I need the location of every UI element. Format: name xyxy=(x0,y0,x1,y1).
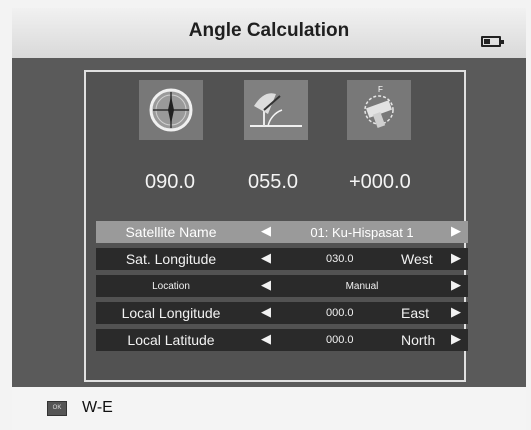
left-arrow-icon[interactable]: ◀ xyxy=(261,277,271,293)
azimuth-value: 090.0 xyxy=(145,171,196,193)
row-sat-longitude[interactable]: Sat. Longitude ◀ 030.0 West ▶ xyxy=(96,248,468,270)
location-value: Manual xyxy=(345,281,379,292)
local-longitude-number: 000.0 xyxy=(326,307,354,319)
row-label: Local Latitude xyxy=(127,332,215,348)
local-longitude-direction: East xyxy=(401,305,430,321)
sat-longitude-direction: West xyxy=(401,251,433,267)
sat-longitude-number: 030.0 xyxy=(326,253,354,265)
local-latitude-direction: North xyxy=(401,332,436,348)
left-arrow-icon[interactable]: ◀ xyxy=(261,331,271,347)
row-local-latitude[interactable]: Local Latitude ◀ 000.0 North ▶ xyxy=(96,329,468,351)
polarization-icon: F xyxy=(347,80,411,140)
row-label: Sat. Longitude xyxy=(125,251,217,267)
right-arrow-icon[interactable]: ▶ xyxy=(451,250,461,266)
compass-icon xyxy=(139,80,203,140)
elevation-value: 055.0 xyxy=(248,171,299,193)
elevation-icon xyxy=(244,80,308,140)
row-label: Local Longitude xyxy=(121,305,221,321)
right-arrow-icon[interactable]: ▶ xyxy=(451,223,461,239)
title-bar: Angle Calculation xyxy=(12,8,526,59)
row-label: Location xyxy=(152,281,190,292)
row-location[interactable]: Location ◀ Manual ▶ xyxy=(96,275,468,297)
row-local-longitude[interactable]: Local Longitude ◀ 000.0 East ▶ xyxy=(96,302,468,324)
right-arrow-icon[interactable]: ▶ xyxy=(451,277,461,293)
polarization-value: +000.0 xyxy=(349,171,411,193)
right-arrow-icon[interactable]: ▶ xyxy=(451,304,461,320)
page-title: Angle Calculation xyxy=(188,20,350,41)
ok-key-icon[interactable]: OK xyxy=(47,401,67,416)
battery-icon xyxy=(481,36,504,47)
right-arrow-icon[interactable]: ▶ xyxy=(451,331,461,347)
footer-hint: W-E xyxy=(82,399,113,416)
device-screen: Angle Calculation F 090.0 055.0 +000.0 S… xyxy=(0,0,531,430)
row-satellite-name[interactable]: Satellite Name ◀ 01: Ku-Hispasat 1 ▶ xyxy=(96,221,468,243)
svg-text:F: F xyxy=(378,85,383,94)
left-arrow-icon[interactable]: ◀ xyxy=(261,304,271,320)
local-latitude-number: 000.0 xyxy=(326,334,354,346)
left-arrow-icon[interactable]: ◀ xyxy=(261,223,271,239)
satellite-name-value: 01: Ku-Hispasat 1 xyxy=(310,225,414,240)
left-arrow-icon[interactable]: ◀ xyxy=(261,250,271,266)
row-label: Satellite Name xyxy=(125,224,217,240)
